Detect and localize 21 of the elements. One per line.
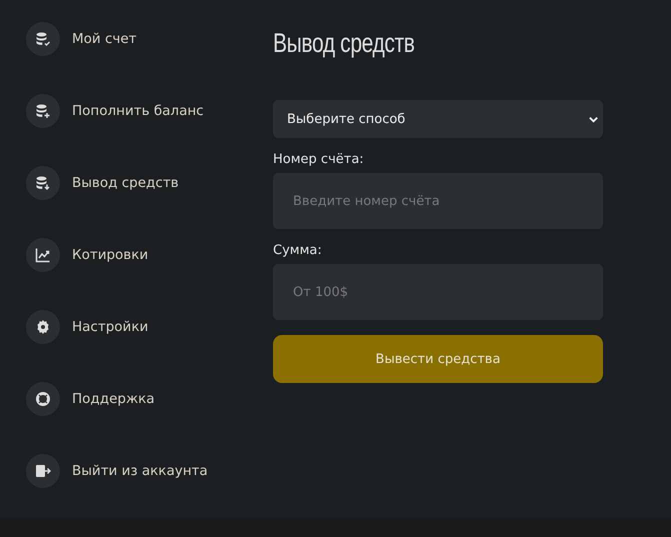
field-label: Сумма: — [273, 243, 323, 258]
coins-download-icon — [35, 175, 51, 191]
input-field[interactable]: От 100$ — [273, 264, 603, 320]
sidebar-link[interactable]: Выйти из аккаунта — [72, 463, 208, 479]
exit-icon — [35, 463, 51, 479]
input-field[interactable]: Введите номер счёта — [273, 173, 603, 229]
sidebar-link[interactable]: Мой счет — [72, 31, 137, 47]
sidebar-link[interactable]: Вывод средств — [72, 175, 179, 191]
page-title: Вывод средств — [273, 28, 415, 58]
coins-plus-icon — [35, 103, 51, 119]
lifebuoy-icon — [35, 391, 51, 407]
withdraw-button[interactable]: Вывести средства — [273, 335, 603, 383]
method-select[interactable]: Выберите способ — [273, 100, 603, 138]
sidebar-link[interactable]: Пополнить баланс — [72, 103, 204, 119]
settings-icon — [35, 319, 51, 335]
sidebar-link[interactable]: Котировки — [72, 247, 148, 263]
sidebar-link[interactable]: Поддержка — [72, 391, 155, 407]
field-label: Номер счёта: — [273, 152, 365, 167]
chart-icon — [35, 247, 51, 263]
coins-check-icon — [35, 31, 51, 47]
sidebar-link[interactable]: Настройки — [72, 319, 148, 335]
